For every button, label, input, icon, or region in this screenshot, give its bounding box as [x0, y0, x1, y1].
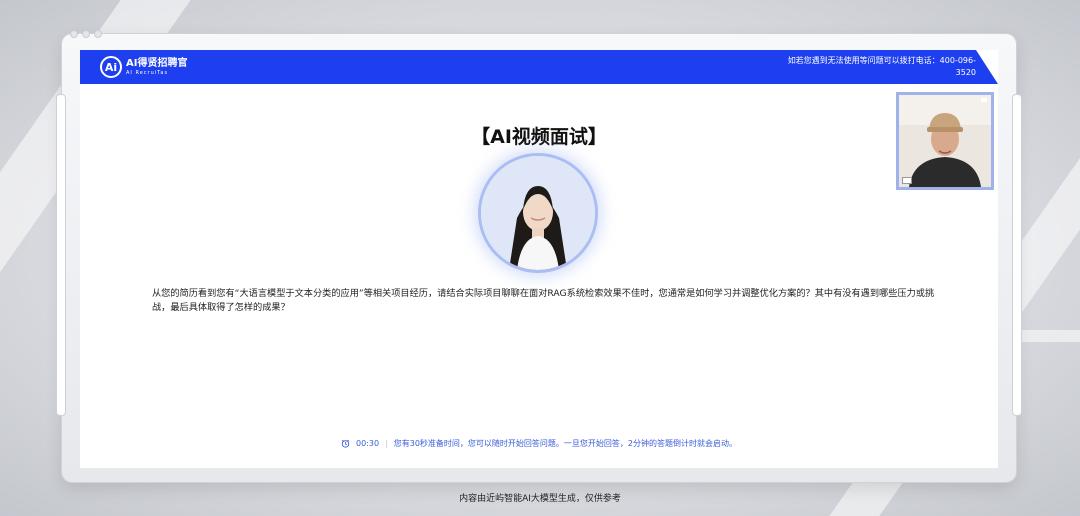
logo-icon: Ai [100, 56, 122, 78]
timer-hint: 您有30秒准备时间，您可以随时开始回答问题。一旦您开始回答，2分钟的答题倒计时就… [393, 439, 738, 448]
interview-panel: Ai AI得贤招聘官 AI RecruiTas 如若您遇到无法使用等问题可以拨打… [80, 50, 998, 468]
timer-countdown: 00:30 [355, 439, 380, 448]
alarm-clock-icon [341, 439, 350, 448]
frame-dot [82, 30, 90, 38]
frame-dots [70, 30, 102, 38]
support-hotline: 如若您遇到无法使用等问题可以拨打电话：400-096-3520 [787, 56, 976, 77]
timer-status: 00:30 | 您有30秒准备时间，您可以随时开始回答问题。一旦您开始回答，2分… [80, 438, 998, 449]
frame-edge-right [1012, 94, 1022, 416]
logo-wordmark: AI得贤招聘官 AI RecruiTas [126, 57, 188, 76]
page-title: 【AI视频面试】 [471, 126, 607, 148]
interviewer-avatar [481, 156, 595, 270]
app-logo[interactable]: Ai AI得贤招聘官 AI RecruiTas [100, 56, 187, 78]
header-bar: Ai AI得贤招聘官 AI RecruiTas 如若您遇到无法使用等问题可以拨打… [80, 50, 998, 84]
frame-edge-left [56, 94, 66, 416]
header-corner [976, 50, 998, 84]
ai-disclaimer: 内容由近屿智能AI大模型生成，仅供参考 [459, 494, 621, 504]
candidate-camera-feed [896, 92, 994, 190]
candidate-video-icon [899, 95, 991, 187]
logo-title: AI得贤招聘官 [126, 57, 188, 69]
frame-dot [94, 30, 102, 38]
divider: | [385, 439, 388, 448]
camera-control[interactable] [981, 98, 987, 102]
interviewer-avatar-icon [481, 156, 595, 270]
camera-minimize-button[interactable] [902, 177, 912, 184]
frame-dot [70, 30, 78, 38]
interview-question: 从您的简历看到您有“大语言模型于文本分类的应用”等相关项目经历，请结合实际项目聊… [152, 288, 935, 313]
logo-subtitle: AI RecruiTas [126, 69, 169, 76]
